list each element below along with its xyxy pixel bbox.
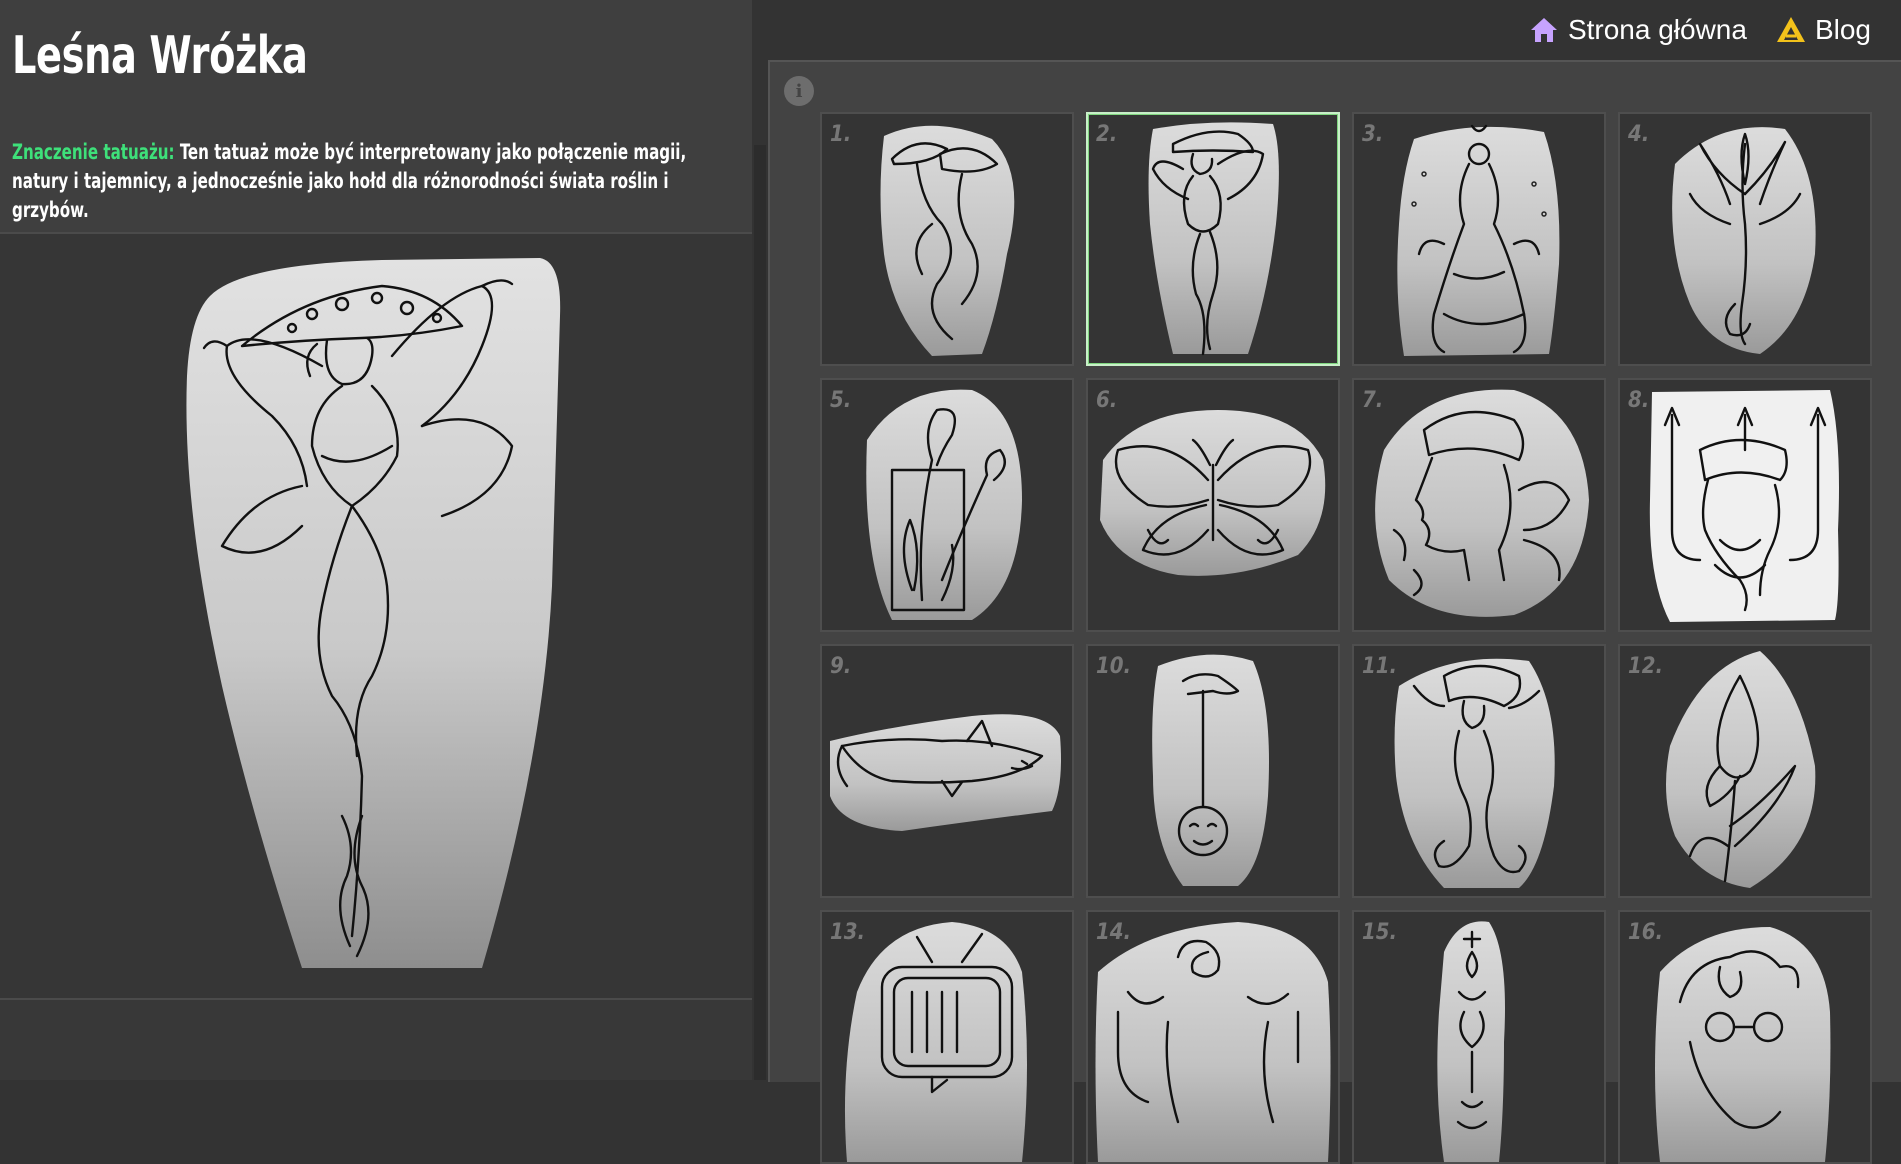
gallery-item-12[interactable]: 12. (1618, 644, 1872, 898)
blog-link[interactable]: Blog (1775, 14, 1871, 46)
item-number: 2. (1096, 122, 1118, 147)
tattoo-title: Leśna Wróżka (12, 26, 308, 86)
home-link[interactable]: Strona główna (1528, 14, 1747, 46)
home-link-label: Strona główna (1567, 14, 1747, 45)
moon-goddess-stencil (1397, 124, 1560, 356)
gallery-item-16[interactable]: 16. (1618, 910, 1872, 1164)
gallery-item-11[interactable]: 11. (1352, 644, 1606, 898)
meaning-label: Znaczenie tatuażu: (12, 140, 175, 164)
gallery-item-4[interactable]: 4. (1618, 112, 1872, 366)
retro-tv-stencil (844, 922, 1027, 1162)
gallery-grid: 1. 2. 3. 4. 5. 6. 7. 8. 9. 10. 11. 12. 1… (820, 112, 1872, 1164)
shark-stencil (830, 714, 1061, 831)
fairy-stencil-preview-image (186, 258, 561, 968)
item-number: 12. (1628, 654, 1664, 679)
gallery-item-6[interactable]: 6. (1086, 378, 1340, 632)
item-number: 4. (1628, 122, 1650, 147)
gallery-item-2[interactable]: 2. (1086, 112, 1340, 366)
blog-logo-icon (1776, 17, 1805, 42)
item-number: 6. (1096, 388, 1118, 413)
item-number: 16. (1628, 920, 1664, 945)
hand-moon-stencil (1152, 654, 1269, 886)
item-number: 7. (1362, 388, 1384, 413)
face-glasses-stencil (1655, 927, 1831, 1162)
gallery-item-8[interactable]: 8. (1618, 378, 1872, 632)
left-panel-scrollbar[interactable] (754, 145, 766, 1080)
gallery-item-13[interactable]: 13. (820, 910, 1074, 1164)
calla-lily-stencil (866, 389, 1022, 620)
gallery-item-14[interactable]: 14. (1086, 910, 1340, 1164)
gallery-item-1[interactable]: 1. (820, 112, 1074, 366)
poseidon-stencil (1649, 390, 1839, 622)
tattoo-meaning: Znaczenie tatuażu: Ten tatuaż może być i… (12, 138, 716, 225)
home-icon (1530, 18, 1557, 42)
top-navigation: Strona główna Blog (1528, 10, 1871, 50)
gallery-item-9[interactable]: 9. (820, 644, 1074, 898)
item-number: 8. (1628, 388, 1650, 413)
tattoo-preview-area (0, 234, 752, 1000)
item-number: 5. (830, 388, 852, 413)
gallery-item-5[interactable]: 5. (820, 378, 1074, 632)
item-number: 10. (1096, 654, 1132, 679)
item-number: 3. (1362, 122, 1384, 147)
gallery-item-7[interactable]: 7. (1352, 378, 1606, 632)
gallery-item-10[interactable]: 10. (1086, 644, 1340, 898)
item-number: 15. (1362, 920, 1398, 945)
tattoo-gallery: i 1. 2. 3. 4. 5. 6. 7. 8. 9. 10. 11. 12.… (768, 60, 1901, 1164)
forest-fairy-stencil (1148, 122, 1279, 356)
gallery-item-3[interactable]: 3. (1352, 112, 1606, 366)
item-number: 9. (830, 654, 852, 679)
blog-link-label: Blog (1814, 14, 1871, 45)
greek-head-stencil (1375, 389, 1589, 617)
gallery-item-15[interactable]: 15. (1352, 910, 1606, 1164)
lily-flower-stencil (1672, 127, 1816, 354)
item-number: 13. (830, 920, 866, 945)
tattoo-header: Leśna Wróżka Znaczenie tatuażu: Ten tatu… (0, 0, 752, 234)
item-number: 1. (830, 122, 852, 147)
info-icon[interactable]: i (784, 76, 814, 106)
tulip-stencil (1666, 651, 1816, 888)
faces-spiral-stencil (1095, 922, 1331, 1162)
item-number: 11. (1362, 654, 1398, 679)
item-number: 14. (1096, 920, 1132, 945)
butterfly-stencil (1100, 410, 1326, 576)
mermaid-stencil (1394, 658, 1555, 888)
tattoo-detail-panel: Leśna Wróżka Znaczenie tatuażu: Ten tatu… (0, 0, 752, 1080)
mushroom-smoke-stencil (880, 125, 1015, 357)
ornament-stencil (1437, 921, 1505, 1162)
